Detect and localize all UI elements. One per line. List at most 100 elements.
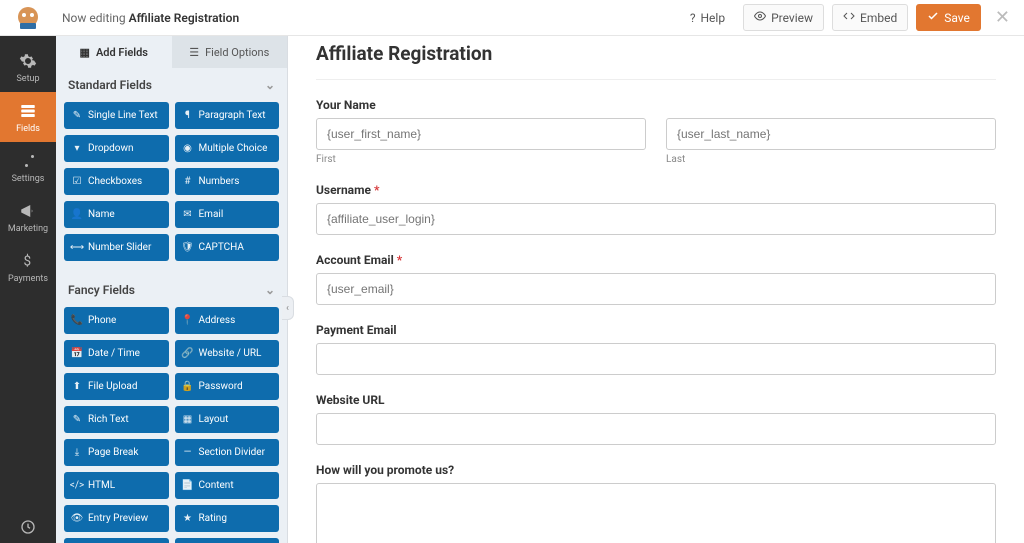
sidenav-fields[interactable]: Fields [0, 92, 56, 142]
number-slider-icon: ⟷ [72, 242, 82, 253]
checkboxes-icon: ☑ [72, 176, 82, 187]
sidenav-marketing[interactable]: Marketing [0, 192, 56, 242]
sliders-icon [19, 152, 37, 170]
field-layout[interactable]: ▦Layout [175, 406, 280, 433]
field-html[interactable]: </> HTML [64, 472, 169, 499]
field-name[interactable]: 👤Name [64, 201, 169, 228]
sidenav-setup[interactable]: Setup [0, 42, 56, 92]
field-phone[interactable]: 📞Phone [64, 307, 169, 334]
field-page-break[interactable]: ⤓Page Break [64, 439, 169, 466]
field-html-label: HTML [88, 480, 115, 491]
save-button[interactable]: Save [916, 4, 981, 31]
preview-button[interactable]: Preview [743, 4, 824, 31]
help-icon: ? [690, 11, 696, 25]
field-date-time[interactable]: 📅 Date / Time [64, 340, 169, 367]
field-paragraph-text[interactable]: ¶Paragraph Text [175, 102, 280, 129]
field-password[interactable]: 🔒Password [175, 373, 280, 400]
save-label: Save [944, 11, 970, 25]
tab-field-options-label: Field Options [205, 46, 269, 59]
field-single-line-text[interactable]: ✎Single Line Text [64, 102, 169, 129]
sidenav-payments[interactable]: $ Payments [0, 242, 56, 292]
content-icon: 📄 [183, 480, 193, 491]
file-upload-icon: ⬆ [72, 381, 82, 392]
username-input[interactable] [316, 203, 996, 235]
megaphone-icon [19, 202, 37, 220]
now-editing-text: Now editing Affiliate Registration [62, 11, 239, 25]
password-icon: 🔒 [183, 381, 193, 392]
html-icon: </> [72, 480, 82, 491]
required-icon: * [397, 253, 402, 267]
field-file-upload[interactable]: ⬆File Upload [64, 373, 169, 400]
section-fancy-label: Fancy Fields [68, 283, 135, 297]
paragraph-text-icon: ¶ [183, 110, 193, 121]
field-entry-preview[interactable]: 👁Entry Preview [64, 505, 169, 532]
field-checkboxes[interactable]: ☑Checkboxes [64, 168, 169, 195]
tab-field-options[interactable]: ☰ Field Options [172, 36, 288, 68]
payment-email-input[interactable] [316, 343, 996, 375]
multiple-choice-icon: ◉ [183, 143, 193, 154]
email-icon: ✉ [183, 209, 193, 220]
entry-preview-icon: 👁 [72, 513, 82, 524]
close-icon[interactable]: ✕ [989, 7, 1016, 28]
field-address[interactable]: 📍Address [175, 307, 280, 334]
your-name-label: Your Name [316, 98, 996, 112]
account-email-input[interactable] [316, 273, 996, 305]
field-layout-label: Layout [199, 414, 229, 425]
promote-label: How will you promote us? [316, 463, 996, 477]
dollar-icon: $ [19, 252, 37, 270]
field-email[interactable]: ✉Email [175, 201, 280, 228]
section-standard-label: Standard Fields [68, 78, 152, 92]
svg-text:$: $ [24, 254, 32, 270]
field-date-time-label: Date / Time [88, 348, 140, 359]
tab-add-fields[interactable]: ▦ Add Fields [56, 36, 172, 68]
field-phone-label: Phone [88, 315, 116, 326]
field-numbers[interactable]: #Numbers [175, 168, 280, 195]
account-email-label-text: Account Email [316, 253, 394, 267]
single-line-text-icon: ✎ [72, 110, 82, 121]
field-website-url[interactable]: 🔗Website / URL [175, 340, 280, 367]
payment-email-label: Payment Email [316, 323, 996, 337]
preview-label: Preview [771, 11, 813, 25]
field-section-divider[interactable]: —Section Divider [175, 439, 280, 466]
plus-grid-icon: ▦ [80, 46, 90, 59]
field-rating-label: Rating [199, 513, 227, 524]
chevron-down-icon: ⌄ [265, 283, 275, 297]
username-label: Username* [316, 183, 996, 197]
website-url-input[interactable] [316, 413, 996, 445]
field-content-label: Content [199, 480, 234, 491]
code-icon [843, 10, 855, 25]
field-number-slider-label: Number Slider [88, 242, 151, 253]
section-fancy-fields[interactable]: Fancy Fields ⌄ [56, 273, 287, 307]
history-button[interactable] [0, 519, 56, 535]
required-icon: * [374, 183, 379, 197]
history-icon [20, 519, 36, 535]
field-rich-text[interactable]: ✎Rich Text [64, 406, 169, 433]
field-hidden-field[interactable]: ▭Hidden Field [64, 538, 169, 543]
promote-textarea[interactable] [316, 483, 996, 543]
numbers-icon: # [183, 176, 193, 187]
rating-icon: ★ [183, 513, 193, 524]
account-email-label: Account Email* [316, 253, 996, 267]
last-name-input[interactable] [666, 118, 996, 150]
now-editing-prefix: Now editing [62, 11, 129, 25]
section-standard-fields[interactable]: Standard Fields ⌄ [56, 68, 287, 102]
field-captcha[interactable]: 🛡CAPTCHA [175, 234, 280, 261]
field-content[interactable]: 📄 Content [175, 472, 280, 499]
field-number-slider[interactable]: ⟷ Number Slider [64, 234, 169, 261]
field-address-label: Address [199, 315, 236, 326]
check-icon [927, 10, 939, 25]
sidenav-marketing-label: Marketing [8, 224, 48, 234]
first-name-input[interactable] [316, 118, 646, 150]
field-custom-captcha[interactable]: 🛡Custom Captcha [175, 538, 280, 543]
field-dropdown-label: Dropdown [88, 143, 134, 154]
embed-button[interactable]: Embed [832, 4, 908, 31]
sidenav-setup-label: Setup [16, 74, 39, 84]
field-multiple-choice[interactable]: ◉Multiple Choice [175, 135, 280, 162]
options-icon: ☰ [189, 46, 199, 59]
date-time-icon: 📅 [72, 348, 82, 359]
field-dropdown[interactable]: ▾Dropdown [64, 135, 169, 162]
sidenav-settings[interactable]: Settings [0, 142, 56, 192]
sidenav-settings-label: Settings [12, 174, 45, 184]
field-rating[interactable]: ★ Rating [175, 505, 280, 532]
help-button[interactable]: ? Help [680, 6, 735, 30]
